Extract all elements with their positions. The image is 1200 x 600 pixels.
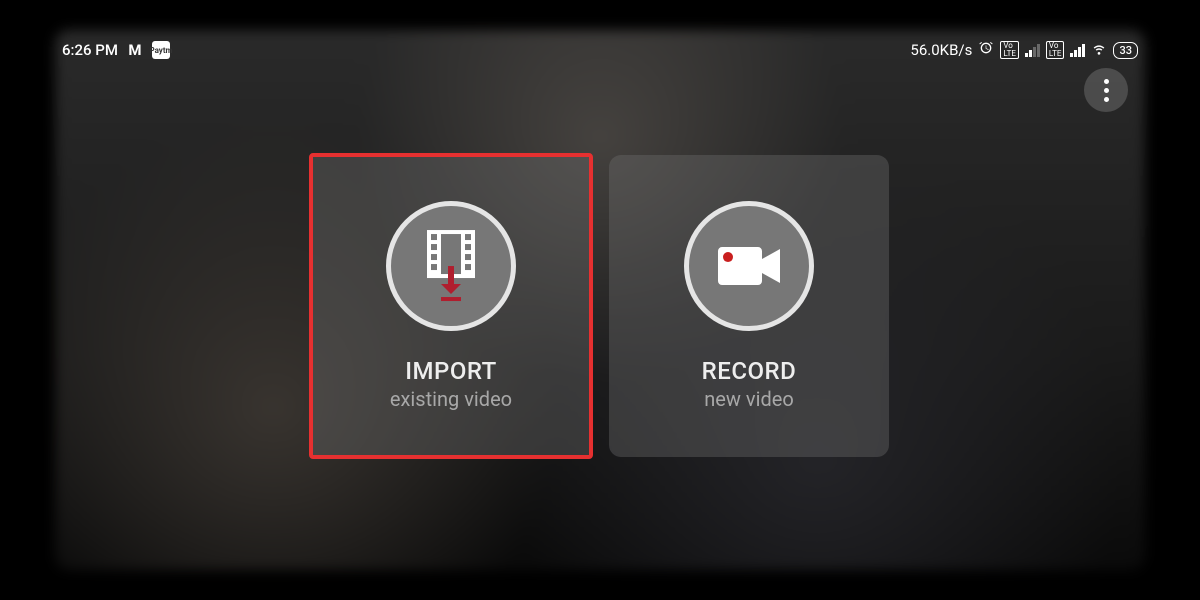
status-bar-left: 6:26 PM M Paytm [62,41,170,59]
signal-icon-1 [1025,43,1040,57]
alarm-icon [978,40,994,60]
status-bar: 6:26 PM M Paytm 56.0KB/s VoLTE VoLTE 33 [62,38,1138,62]
network-speed: 56.0KB/s [910,41,972,59]
volte-badge-2: VoLTE [1046,41,1065,59]
more-vertical-icon [1104,79,1109,84]
app-icon-paytm: Paytm [152,41,170,59]
import-card[interactable]: IMPORT existing video [311,155,591,457]
camera-record-icon [714,241,784,291]
record-icon-circle [684,201,814,331]
import-icon-circle [386,201,516,331]
status-time: 6:26 PM [62,41,118,59]
app-icon-m: M [126,41,144,59]
action-cards-container: IMPORT existing video RECORD new video [311,155,889,457]
record-card-subtitle: new video [704,387,793,411]
status-bar-right: 56.0KB/s VoLTE VoLTE 33 [910,40,1138,60]
more-options-button[interactable] [1084,68,1128,112]
volte-badge-1: VoLTE [1000,41,1019,59]
battery-indicator: 33 [1113,42,1138,59]
signal-icon-2 [1070,43,1085,57]
wifi-icon [1091,40,1107,60]
film-import-icon [421,230,481,302]
import-card-title: IMPORT [405,357,497,385]
import-card-subtitle: existing video [390,387,512,411]
record-card[interactable]: RECORD new video [609,155,889,457]
record-card-title: RECORD [702,357,797,385]
